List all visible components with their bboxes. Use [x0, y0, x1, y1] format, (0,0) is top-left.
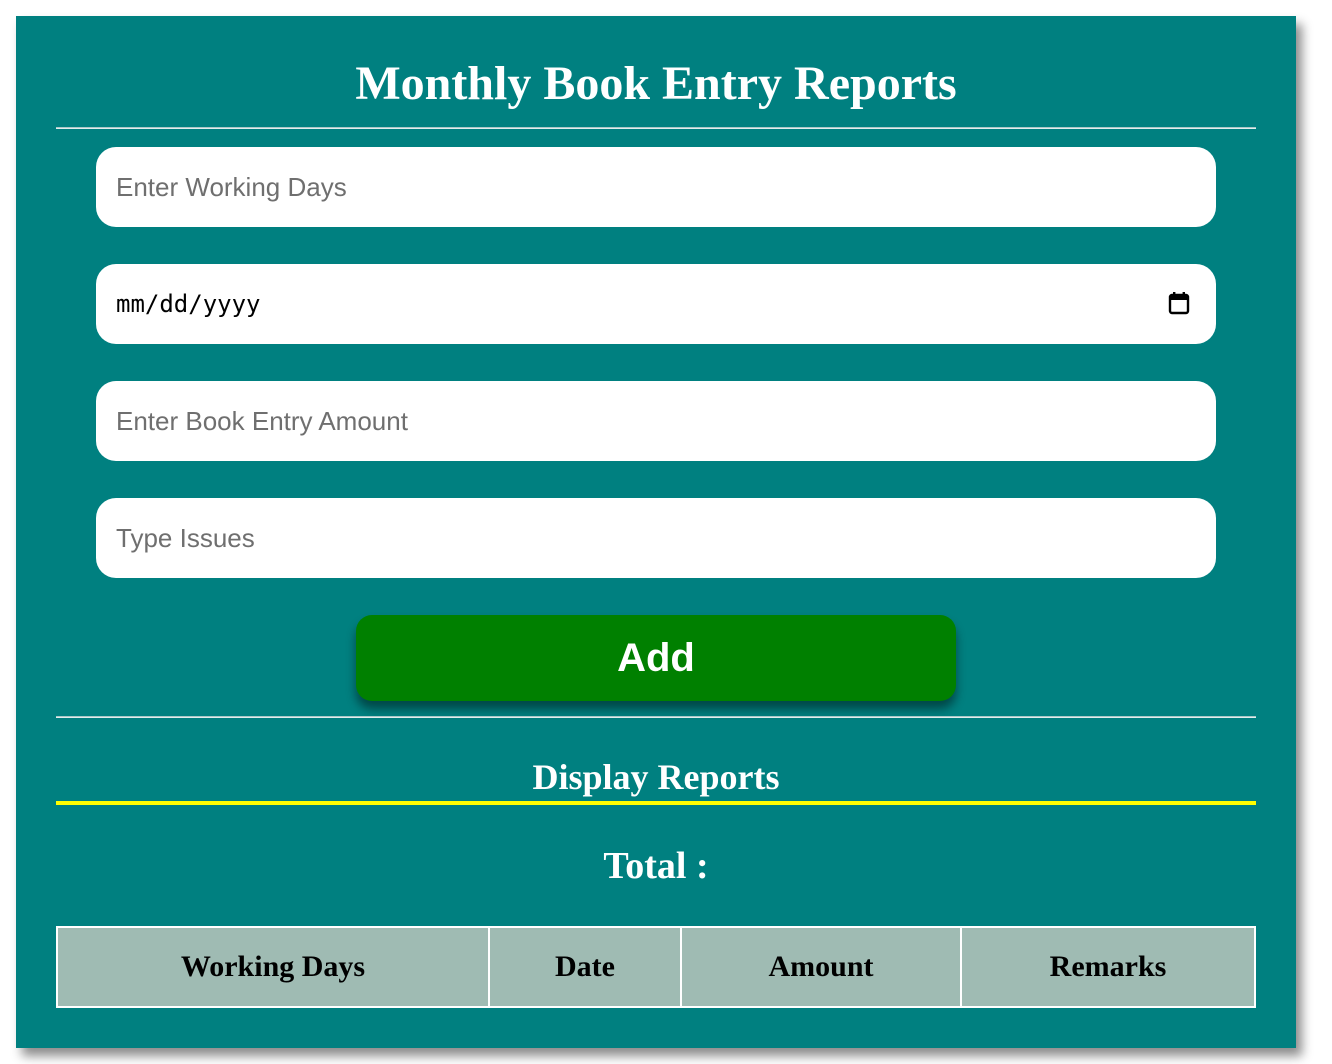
date-input[interactable]: mm/dd/yyyy [96, 264, 1216, 344]
report-panel: Monthly Book Entry Reports mm/dd/yyyy Ad… [16, 16, 1296, 1048]
column-header-working-days: Working Days [56, 926, 490, 1008]
reports-underline [56, 801, 1256, 805]
calendar-icon[interactable] [1168, 291, 1190, 315]
book-entry-amount-input[interactable] [96, 381, 1216, 461]
column-header-amount: Amount [680, 926, 962, 1008]
column-header-date: Date [488, 926, 682, 1008]
total-label: Total : [603, 845, 709, 887]
table-header-row: Working Days Date Amount Remarks [56, 926, 1256, 1008]
page-title: Monthly Book Entry Reports [355, 57, 957, 110]
form-divider [56, 716, 1256, 718]
issues-input[interactable] [96, 498, 1216, 578]
reports-table: Working Days Date Amount Remarks [56, 926, 1256, 1008]
date-input-placeholder: mm/dd/yyyy [116, 290, 261, 318]
working-days-input[interactable] [96, 147, 1216, 227]
title-divider [56, 127, 1256, 129]
column-header-remarks: Remarks [960, 926, 1256, 1008]
add-button[interactable]: Add [356, 615, 956, 701]
display-reports-heading: Display Reports [532, 757, 780, 797]
